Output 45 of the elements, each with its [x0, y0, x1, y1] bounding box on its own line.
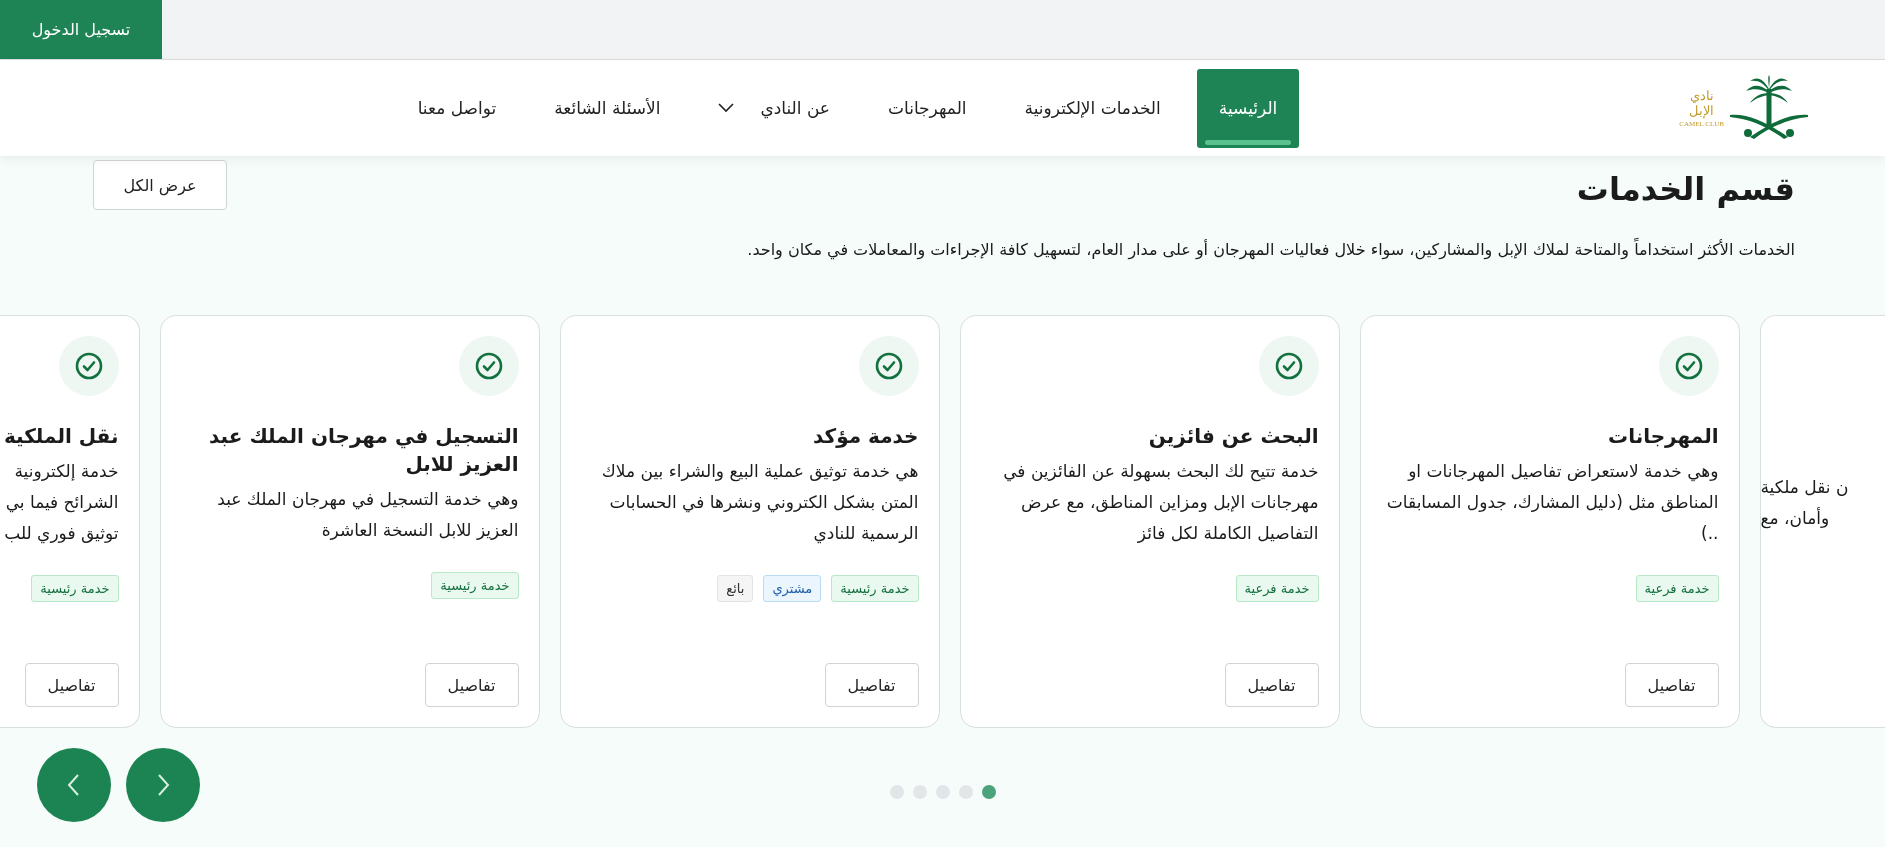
nav-link[interactable]: تواصل معنا [395, 68, 519, 148]
card-text: ن نقل ملكية [1760, 476, 1849, 499]
service-tag: خدمة رئيسية [31, 575, 119, 602]
logo-name: نادي الإبل [1688, 88, 1716, 118]
check-circle-icon [1258, 336, 1319, 396]
nav-link[interactable]: عن النادي [696, 68, 852, 148]
details-button[interactable]: تفاصيل [24, 663, 119, 707]
card-title: نقل الملكية [2, 423, 119, 450]
card-description: هي خدمة توثيق عملية البيع والشراء بين ملاك المتن بشكل الكتروني ونشرها في الحسابات الرسمية للنادي [600, 460, 919, 546]
card-title: المهرجانات [1607, 423, 1719, 450]
section-title: قسم الخدمات [1576, 170, 1795, 208]
card-title: خدمة مؤكد [811, 423, 919, 450]
service-tag: خدمة رئيسية [431, 572, 519, 599]
check-circle-icon [858, 336, 919, 396]
check-circle-icon [1658, 336, 1719, 396]
palm-swords-icon [1728, 75, 1810, 141]
nav-link[interactable]: الأسئلة الشائعة [532, 68, 683, 148]
nav-link[interactable]: المهرجانات [866, 68, 989, 148]
card-text: خدمة إلكترونية [14, 460, 119, 483]
service-tag: خدمة فرعية [1635, 575, 1719, 602]
check-circle-icon [458, 336, 519, 396]
card-description: وهي خدمة التسجيل في مهرجان الملك عبد العزيز للابل النسخة العاشرة [216, 488, 519, 542]
card-title: البحث عن فائزين [1147, 423, 1319, 450]
details-button[interactable]: تفاصيل [824, 663, 919, 707]
service-tag: خدمة رئيسية [831, 575, 919, 602]
card-text: توثيق فوري للب [4, 522, 119, 546]
card-title: التسجيل في مهرجان الملك عبد العزيز للابل [208, 423, 519, 478]
service-tag: مشتري [763, 575, 822, 602]
details-button[interactable]: تفاصيل [1624, 663, 1719, 707]
section-description: الخدمات الأكثر استخداماً والمتاحة لملاك الإبل والمشاركين، سواء خلال فعاليات المهرجان أو على مدار العام، لتسهيل كافة الإجراءات والمعاملات في مكان واحد. [746, 240, 1795, 259]
card-text: وأمان، مع [1760, 506, 1830, 531]
details-button[interactable]: تفاصيل [1224, 663, 1319, 707]
card-description: خدمة تتيح لك البحث بسهولة عن الفائزين في مهرجانات الإبل ومزاين المناطق، مع عرض التفاصيل الكاملة لكل فائز [1002, 460, 1319, 545]
card-description: وهي خدمة لاستعراض تفاصيل المهرجانات او المناطق مثل (دليل المشارك، جدول المسابقات ..) [1385, 460, 1719, 545]
nav-link[interactable]: الرئيسية [1196, 68, 1300, 148]
view-all-button[interactable]: عرض الكل [93, 160, 227, 210]
service-tag: بائع [717, 575, 754, 602]
chevron-down-icon [718, 103, 735, 113]
service-tag: خدمة فرعية [1235, 575, 1319, 602]
card-text: الشرائح فيما بي [5, 491, 119, 515]
pagination-dot[interactable] [981, 785, 996, 799]
nav-link[interactable]: الخدمات الإلكترونية [1002, 68, 1183, 148]
check-circle-icon [58, 336, 119, 396]
details-button[interactable]: تفاصيل [424, 663, 519, 707]
login-button[interactable]: تسجيل الدخول [0, 0, 162, 59]
